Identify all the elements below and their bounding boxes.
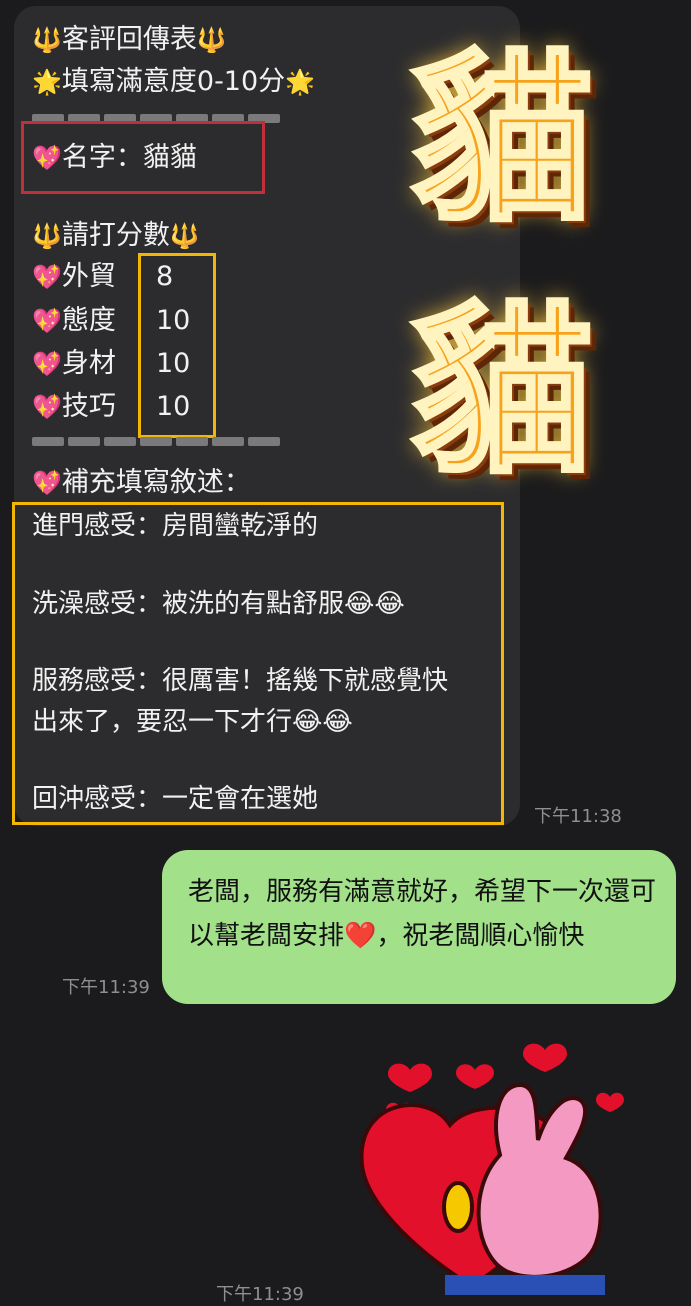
- review-line: 服務感受：很厲害！搖幾下就感覺快: [32, 666, 449, 696]
- trident-icon: 🔱: [169, 222, 200, 250]
- heart-icon: [523, 1043, 567, 1072]
- heart-icon: [596, 1092, 624, 1112]
- supplement-label: 💖補充填寫敘述：: [32, 467, 251, 498]
- heart-character-mouth: [442, 1181, 474, 1233]
- score-item: 💖態度: [32, 305, 116, 336]
- score-item: 💖身材: [32, 348, 116, 379]
- form-title: 🔱客評回傳表🔱: [32, 24, 227, 55]
- outgoing-message-bubble[interactable]: 老闆，服務有滿意就好，希望下一次還可以幫老闆安排❤️，祝老闆順心愉快: [162, 850, 676, 1004]
- heart-bunny-sticker[interactable]: [340, 1035, 640, 1295]
- outgoing-message-text: 老闆，服務有滿意就好，希望下一次還可以幫老闆安排❤️，祝老闆順心愉快: [188, 877, 657, 951]
- sparkle-heart-icon: 💖: [32, 307, 62, 335]
- score-highlight-frame: [138, 253, 216, 438]
- sticker-base: [445, 1275, 605, 1295]
- sparkle-heart-icon: 💖: [32, 350, 62, 378]
- review-line: 洗澡感受：被洗的有點舒服😂😂: [32, 589, 405, 619]
- overlay-title-char: 貓: [408, 285, 596, 499]
- review-line: 出來了，要忍一下才行😂😂: [32, 707, 353, 737]
- score-item: 💖外貿: [32, 261, 116, 292]
- heart-icon: [456, 1064, 494, 1089]
- heart-icon: [388, 1063, 432, 1092]
- trident-icon: 🔱: [32, 222, 62, 250]
- trident-icon: 🔱: [196, 26, 227, 54]
- outgoing-timestamp: 下午11:39: [62, 977, 150, 998]
- incoming-timestamp: 下午11:38: [534, 806, 622, 827]
- sparkle-heart-icon: 💖: [32, 469, 62, 497]
- separator: [32, 437, 280, 446]
- sparkle-heart-icon: 💖: [32, 263, 62, 291]
- bunny-character: [476, 1082, 603, 1279]
- sparkle-heart-icon: 💖: [32, 393, 62, 421]
- star-icon: 🌟: [285, 68, 316, 96]
- form-subtitle: 🌟填寫滿意度0-10分🌟: [32, 66, 316, 97]
- name-highlight-frame: [21, 121, 265, 194]
- review-line: 回沖感受：一定會在選她: [32, 784, 319, 814]
- overlay-title-char: 貓: [408, 33, 596, 247]
- trident-icon: 🔱: [32, 26, 62, 54]
- score-prompt: 🔱請打分數🔱: [32, 220, 200, 251]
- review-line: 進門感受：房間蠻乾淨的: [32, 511, 319, 541]
- score-item: 💖技巧: [32, 391, 116, 422]
- star-icon: 🌟: [32, 68, 62, 96]
- sticker-timestamp: 下午11:39: [216, 1284, 304, 1305]
